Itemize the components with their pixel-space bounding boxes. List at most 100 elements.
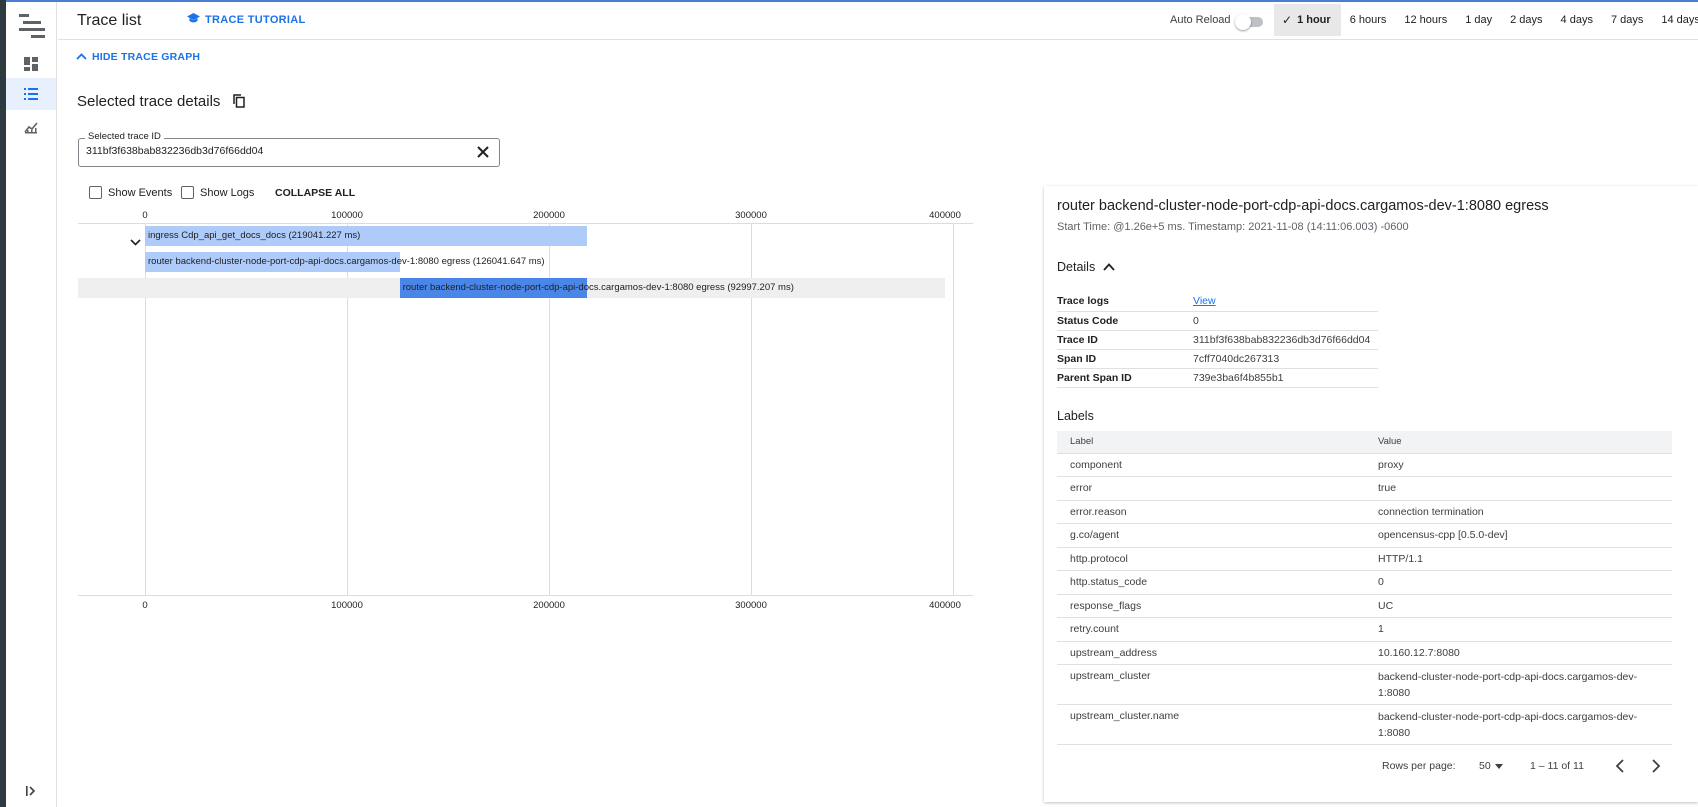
time-range-7-days[interactable]: 7 days [1602, 4, 1652, 36]
column-header-value: Value [1365, 431, 1672, 454]
hide-trace-graph-label: HIDE TRACE GRAPH [92, 51, 201, 63]
time-range-label: 1 hour [1297, 14, 1331, 26]
labels-header-row: Label Value [1057, 431, 1672, 454]
label-value: HTTP/1.1 [1365, 547, 1672, 571]
label-key: http.protocol [1057, 547, 1365, 571]
label-key: error [1057, 476, 1365, 501]
details-table: Trace logs View Status Code 0 Trace ID 311bf3… [1057, 292, 1378, 388]
expand-icon[interactable] [26, 784, 38, 799]
labels-table: Label Value component proxy error true error.r… [1057, 431, 1672, 745]
axis-line-bottom [78, 595, 973, 596]
x-tick-label-top: 200000 [533, 210, 565, 221]
checkbox-icon [89, 186, 102, 199]
list-icon[interactable] [6, 78, 56, 110]
span-label: ingress Cdp_api_get_docs_docs (219041.22… [148, 230, 361, 241]
details-value: 311bf3f638bab832236db3d76f66dd04 [1193, 330, 1378, 350]
details-value: 7cff7040dc267313 [1193, 349, 1378, 369]
details-row: Span ID 7cff7040dc267313 [1057, 349, 1378, 369]
hide-trace-graph-button[interactable]: HIDE TRACE GRAPH [76, 51, 200, 63]
chevron-right-icon[interactable] [1645, 756, 1665, 779]
label-value: 10.160.12.7:8080 [1365, 641, 1672, 665]
chevron-up-icon [76, 51, 87, 63]
label-value: backend-cluster-node-port-cdp-api-docs.c… [1365, 664, 1672, 705]
school-icon [187, 13, 200, 27]
collapse-all-button[interactable]: COLLAPSE ALL [275, 187, 355, 199]
table-row: error true [1057, 476, 1672, 501]
label-key: http.status_code [1057, 570, 1365, 595]
label-value: backend-cluster-node-port-cdp-api-docs.c… [1365, 704, 1672, 745]
x-tick-label-top: 300000 [735, 210, 767, 221]
time-range-4-days[interactable]: 4 days [1552, 4, 1602, 36]
time-range-14-days[interactable]: 14 days [1652, 4, 1698, 36]
chevron-down-icon[interactable] [130, 233, 141, 251]
show-logs-checkbox[interactable]: Show Logs [181, 186, 254, 199]
time-range-label: 2 days [1510, 14, 1543, 26]
label-key: upstream_address [1057, 641, 1365, 665]
nav-rail [6, 2, 57, 807]
copy-icon[interactable] [233, 94, 247, 110]
auto-reload-label: Auto Reload [1170, 14, 1231, 26]
time-range-label: 1 day [1465, 14, 1493, 26]
details-row: Trace ID 311bf3f638bab832236db3d76f66dd04 [1057, 330, 1378, 350]
time-range-6-hours[interactable]: 6 hours [1341, 4, 1396, 36]
details-key: Trace logs [1057, 292, 1193, 312]
selected-trace-id-input[interactable] [86, 145, 456, 157]
label-value: proxy [1365, 453, 1672, 477]
span-label: router backend-cluster-node-port-cdp-api… [148, 256, 545, 267]
time-range-12-hours[interactable]: 12 hours [1395, 4, 1456, 36]
rows-per-page-label: Rows per page: [1382, 760, 1456, 772]
rows-per-page-select[interactable]: 50 [1479, 760, 1491, 772]
x-tick-label-top: 400000 [929, 210, 961, 221]
show-events-label: Show Events [108, 186, 173, 199]
span-label: router backend-cluster-node-port-cdp-api… [402, 282, 794, 293]
label-value: opencensus-cpp [0.5.0-dev] [1365, 523, 1672, 548]
chevron-left-icon[interactable] [1611, 756, 1631, 779]
table-row: g.co/agent opencensus-cpp [0.5.0-dev] [1057, 523, 1672, 548]
label-value: 1 [1365, 617, 1672, 642]
page-title: Trace list [77, 12, 142, 29]
span-subtitle: Start Time: @1.26e+5 ms. Timestamp: 2021… [1057, 221, 1409, 233]
analytics-icon[interactable] [6, 111, 56, 143]
auto-reload-toggle[interactable] [1235, 14, 1265, 30]
details-key: Status Code [1057, 311, 1193, 331]
time-range-2-days[interactable]: 2 days [1501, 4, 1551, 36]
trace-logo-icon [19, 12, 45, 38]
column-header-label: Label [1057, 431, 1365, 454]
chevron-up-icon [1103, 260, 1115, 274]
x-tick-label-bottom: 200000 [533, 600, 565, 611]
span-title: router backend-cluster-node-port-cdp-api… [1057, 198, 1549, 214]
details-key: Parent Span ID [1057, 368, 1193, 388]
pager-range: 1 – 11 of 11 [1530, 760, 1584, 772]
x-tick-label-top: 0 [142, 210, 148, 221]
table-row: component proxy [1057, 453, 1672, 477]
table-row: response_flags UC [1057, 594, 1672, 618]
show-events-checkbox[interactable]: Show Events [89, 186, 172, 199]
dropdown-arrow-icon[interactable] [1495, 764, 1503, 769]
gridline [953, 223, 954, 595]
details-row: Status Code 0 [1057, 311, 1378, 331]
selected-trace-id-label: Selected trace ID [85, 131, 164, 142]
details-toggle[interactable]: Details [1057, 260, 1115, 274]
selected-trace-title: Selected trace details [77, 93, 221, 110]
details-key: Trace ID [1057, 330, 1193, 350]
clear-icon[interactable] [475, 144, 491, 160]
show-logs-label: Show Logs [200, 186, 255, 199]
label-key: g.co/agent [1057, 523, 1365, 548]
label-key: upstream_cluster [1057, 664, 1365, 705]
time-range-1-hour[interactable]: ✓ 1 hour [1274, 4, 1341, 36]
axis-line-top [78, 223, 973, 224]
details-value: View [1193, 292, 1378, 312]
table-pager: Rows per page: 50 1 – 11 of 11 [1044, 751, 1698, 781]
dashboard-icon[interactable] [6, 48, 56, 80]
view-logs-link[interactable]: View [1193, 295, 1216, 307]
trace-tutorial-link[interactable]: TRACE TUTORIAL [187, 13, 306, 27]
details-value: 739e3ba6f4b855b1 [1193, 368, 1378, 388]
table-row: upstream_cluster backend-cluster-node-por… [1057, 664, 1672, 705]
label-key: component [1057, 453, 1365, 477]
top-header: Trace list TRACE TUTORIAL Auto Reload ✓ 1… [58, 2, 1698, 40]
time-range-label: 6 hours [1349, 14, 1387, 26]
table-row: http.protocol HTTP/1.1 [1057, 547, 1672, 571]
time-range-1-day[interactable]: 1 day [1456, 4, 1501, 36]
trace-tutorial-label: TRACE TUTORIAL [205, 14, 306, 26]
x-tick-label-bottom: 0 [142, 600, 148, 611]
